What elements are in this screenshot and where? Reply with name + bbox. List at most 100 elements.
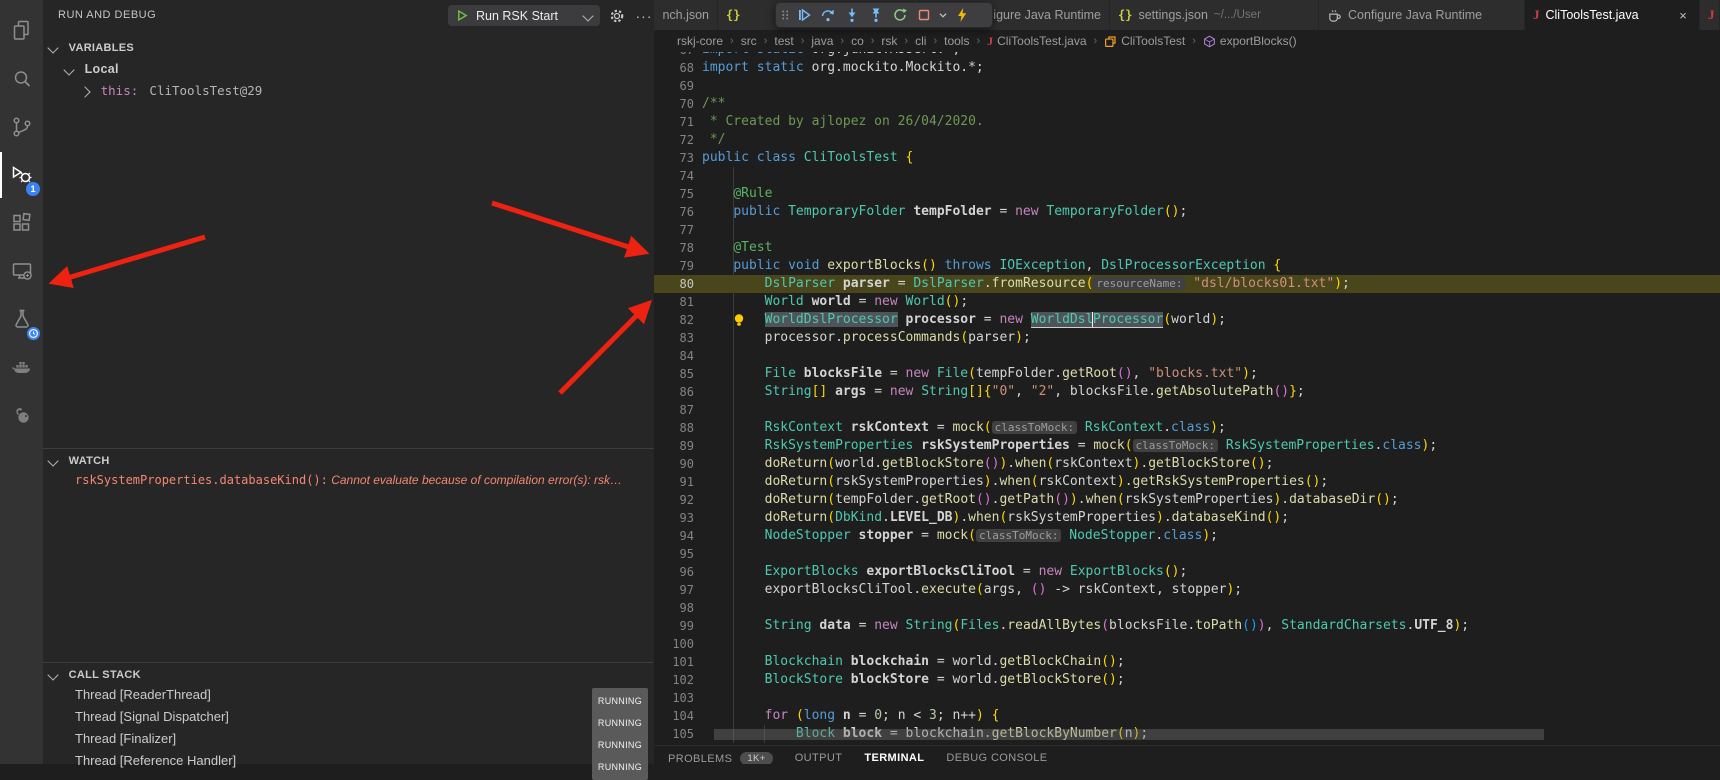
breadcrumb-item[interactable]: cli [915,34,926,48]
activity-item-extensions-icon[interactable] [0,200,43,246]
panel-tab-problems[interactable]: PROBLEMS1K+ [668,752,773,764]
editor-tab-nch.json[interactable]: nch.json [654,0,718,30]
code-line-88[interactable]: 88 RskContext rskContext = mock(classToM… [654,419,1720,437]
code-line-90[interactable]: 90 doReturn(world.getBlockStore()).when(… [654,455,1720,473]
activity-item-docker-icon[interactable] [0,344,43,390]
code-line-102[interactable]: 102 BlockStore blockStore = world.getBlo… [654,671,1720,689]
code-editor[interactable]: 67import static org.junit.Assert.*;68imp… [654,52,1720,746]
code-line-82[interactable]: 82 WorldDslProcessor processor = new Wor… [654,311,1720,329]
code-line-80[interactable]: 80 DslParser parser = DslParser.fromReso… [654,275,1720,293]
code-line-72[interactable]: 72 */ [654,131,1720,149]
code-line-94[interactable]: 94 NodeStopper stopper = mock(classToMoc… [654,527,1720,545]
stop-chevron-icon[interactable] [936,3,950,27]
restart-icon[interactable] [888,3,912,27]
call-stack-thread-row[interactable]: Thread [Finalizer]RUNNING [43,728,654,750]
call-stack-thread-row[interactable]: Thread [ReaderThread]RUNNING [43,684,654,706]
code-line-104[interactable]: 104 for (long n = 0; n < 3; n++) { [654,707,1720,725]
code-line-69[interactable]: 69 [654,77,1720,95]
hot-code-replace-icon[interactable] [950,3,974,27]
code-line-86[interactable]: 86 String[] args = new String[]{"0", "2"… [654,383,1720,401]
code-line-78[interactable]: 78 @Test [654,239,1720,257]
stop-icon[interactable] [912,3,936,27]
code-line-95[interactable]: 95 [654,545,1720,563]
activity-item-remote-explorer-icon[interactable] [0,248,43,294]
variables-section-header[interactable]: VARIABLES [43,36,654,58]
breadcrumb-item[interactable]: tools [944,34,969,48]
code-line-98[interactable]: 98 [654,599,1720,617]
breadcrumb-item[interactable]: rskj-core [677,34,723,48]
panel-tab-output[interactable]: OUTPUT [795,752,843,764]
code-line-101[interactable]: 101 Blockchain blockchain = world.getBlo… [654,653,1720,671]
code-line-89[interactable]: 89 RskSystemProperties rskSystemProperti… [654,437,1720,455]
activity-item-explorer-icon[interactable] [0,8,43,54]
run-config-dropdown[interactable]: Run RSK Start [448,5,600,26]
code-text: String data = new String(Files.readAllBy… [702,617,1469,635]
activity-item-search-icon[interactable] [0,56,43,102]
call-stack-thread-row[interactable]: Thread [Reference Handler]RUNNING [43,750,654,772]
code-line-76[interactable]: 76 public TemporaryFolder tempFolder = n… [654,203,1720,221]
settings-gear-icon[interactable] [608,7,626,25]
code-line-93[interactable]: 93 doReturn(DbKind.LEVEL_DB).when(rskSys… [654,509,1720,527]
code-line-79[interactable]: )79 public void exportBlocks() throws IO… [654,257,1720,275]
breadcrumb-item[interactable]: CliToolsTest [1104,34,1185,48]
horizontal-scrollbar[interactable] [714,729,1544,740]
editor-tab-CliToolsTest.java[interactable]: JCliToolsTest.java× [1525,0,1700,30]
code-line-67[interactable]: 67import static org.junit.Assert.*; [654,52,1720,59]
code-line-77[interactable]: 77 [654,221,1720,239]
line-number: 70 [654,95,694,113]
code-line-99[interactable]: 99 String data = new String(Files.readAl… [654,617,1720,635]
code-line-84[interactable]: 84 [654,347,1720,365]
code-line-71[interactable]: 71 * Created by ajlopez on 26/04/2020. [654,113,1720,131]
code-line-73[interactable]: )73public class CliToolsTest { [654,149,1720,167]
code-line-87[interactable]: 87 [654,401,1720,419]
tab-close-icon[interactable]: × [1675,8,1691,23]
variable-this-row[interactable]: this: CliToolsTest@29 [43,80,654,102]
editor-tab-Configure Java Runtime[interactable]: Configure Java Runtime [1319,0,1525,30]
code-line-96[interactable]: 96 ExportBlocks exportBlocksCliTool = ne… [654,563,1720,581]
panel-tab-label: TERMINAL [864,752,924,764]
panel-tab-terminal[interactable]: TERMINAL [864,752,924,764]
step-out-icon[interactable] [864,3,888,27]
activity-item-testing-icon[interactable] [0,296,43,342]
activity-item-gradle-icon[interactable] [0,392,43,438]
code-line-97[interactable]: 97 exportBlocksCliTool.execute(args, () … [654,581,1720,599]
breadcrumb-item[interactable]: rsk [881,34,897,48]
call-stack-section-header[interactable]: CALL STACK [43,663,654,685]
step-into-icon[interactable] [840,3,864,27]
code-line-75[interactable]: 75 @Rule [654,185,1720,203]
breadcrumb-item[interactable]: co [851,34,864,48]
breadcrumb-item[interactable]: test [774,34,793,48]
code-line-83[interactable]: 83 processor.processCommands(parser); [654,329,1720,347]
editor-tab-partial-6[interactable]: J [1700,0,1720,30]
activity-item-source-control-icon[interactable] [0,104,43,150]
watch-expression-row[interactable]: rskSystemProperties.databaseKind(): Cann… [43,469,654,491]
code-line-92[interactable]: 92 doReturn(tempFolder.getRoot().getPath… [654,491,1720,509]
more-actions-icon[interactable]: ··· [635,7,653,25]
code-line-85[interactable]: 85 File blocksFile = new File(tempFolder… [654,365,1720,383]
code-line-81[interactable]: 81 World world = new World(); [654,293,1720,311]
continue-icon[interactable] [792,3,816,27]
breadcrumb-item[interactable]: src [741,34,757,48]
breadcrumb-item[interactable]: java [811,34,833,48]
step-over-icon[interactable] [816,3,840,27]
call-stack-thread-row[interactable]: Thread [Signal Dispatcher]RUNNING [43,706,654,728]
code-line-103[interactable]: 103 [654,689,1720,707]
code-line-91[interactable]: 91 doReturn(rskSystemProperties).when(rs… [654,473,1720,491]
activity-item-run-and-debug-icon[interactable]: 1 [0,152,43,198]
editor-tab-settings.json[interactable]: {}settings.json~/.../User [1110,0,1319,30]
watch-section-header[interactable]: WATCH [43,449,654,471]
breadcrumb-item[interactable]: JCliToolsTest.java [987,34,1086,49]
panel-tab-label: PROBLEMS [668,753,732,765]
variables-scope-local[interactable]: Local [43,58,654,80]
lightbulb-icon[interactable] [732,313,746,327]
code-line-70[interactable]: 70/** [654,95,1720,113]
tab-label: CliToolsTest.java [1546,8,1639,22]
code-line-100[interactable]: 100 [654,635,1720,653]
play-icon [456,9,469,22]
line-number: 69 [654,77,694,95]
drag-grip-icon[interactable] [778,3,792,27]
panel-tab-debug-console[interactable]: DEBUG CONSOLE [946,752,1047,764]
code-line-74[interactable]: 74 [654,167,1720,185]
code-line-68[interactable]: 68import static org.mockito.Mockito.*; [654,59,1720,77]
breadcrumb-item[interactable]: exportBlocks() [1203,34,1297,48]
